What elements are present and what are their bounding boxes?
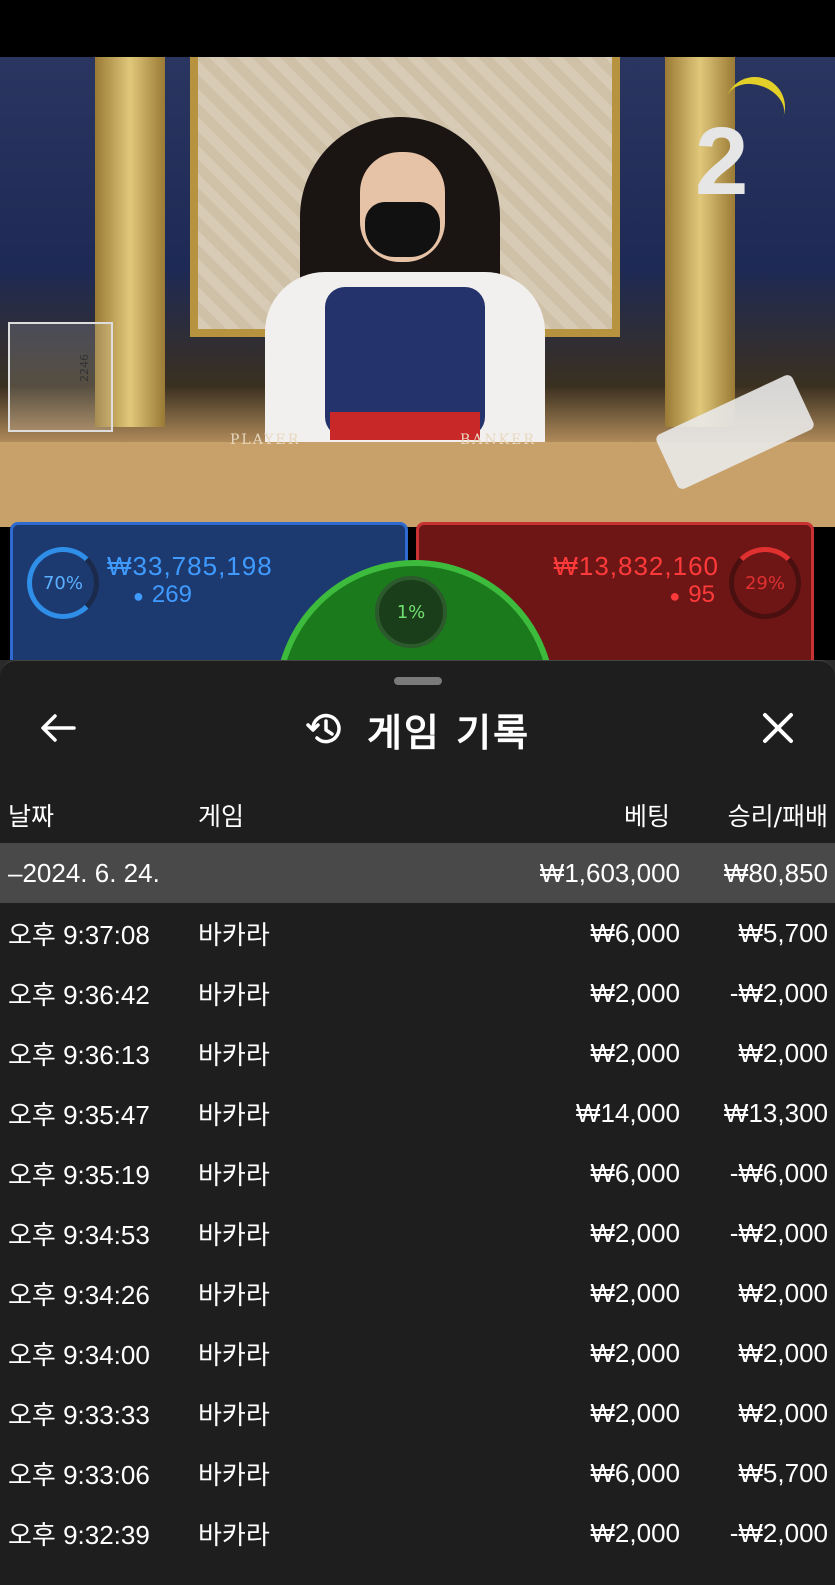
row-game: 바카라 [198, 1459, 270, 1490]
table-label-banker: BANKER [460, 432, 536, 448]
day-total-result: ₩80,850 [723, 857, 828, 888]
row-time: 오후 9:33:33 [8, 1399, 150, 1430]
row-result: -₩2,000 [729, 977, 828, 1008]
row-result: -₩6,000 [729, 1157, 828, 1188]
row-game: 바카라 [198, 1339, 270, 1370]
day-summary-row[interactable]: –2024. 6. 24. ₩1,603,000 ₩80,850 [0, 843, 835, 903]
banker-total-amount: ₩13,832,160 [553, 551, 719, 581]
history-table: –2024. 6. 24. ₩1,603,000 ₩80,850 오후 9:37… [0, 843, 835, 1563]
table-row[interactable]: 오후 9:35:47 바카라 ₩14,000 ₩13,300 [0, 1083, 835, 1143]
table-label-player: PLAYER [230, 432, 301, 448]
table-row[interactable]: 오후 9:34:00 바카라 ₩2,000 ₩2,000 [0, 1323, 835, 1383]
banker-percent-ring: 29% [729, 547, 801, 619]
column-header-game: 게임 [198, 802, 245, 831]
player-total-amount: ₩33,785,198 [107, 551, 273, 581]
row-time: 오후 9:36:42 [8, 979, 150, 1010]
person-icon: ● [669, 586, 681, 606]
row-time: 오후 9:32:39 [8, 1519, 150, 1550]
history-clock-icon [306, 713, 341, 744]
row-time: 오후 9:34:26 [8, 1279, 150, 1310]
row-result: ₩2,000 [738, 1277, 828, 1308]
table-row[interactable]: 오후 9:32:39 바카라 ₩2,000 -₩2,000 [0, 1503, 835, 1563]
row-result: ₩2,000 [738, 1397, 828, 1428]
row-bet: ₩2,000 [590, 1337, 680, 1368]
row-time: 오후 9:35:47 [8, 1099, 150, 1130]
row-game: 바카라 [198, 1279, 270, 1310]
row-bet: ₩2,000 [590, 1277, 680, 1308]
row-bet: ₩2,000 [590, 1517, 680, 1548]
table-row[interactable]: 오후 9:34:53 바카라 ₩2,000 -₩2,000 [0, 1203, 835, 1263]
round-number: 2 [695, 108, 749, 215]
table-row[interactable]: 오후 9:33:06 바카라 ₩6,000 ₩5,700 [0, 1443, 835, 1503]
discard-box: 2246 [8, 322, 113, 432]
table-row[interactable]: 오후 9:33:33 바카라 ₩2,000 ₩2,000 [0, 1383, 835, 1443]
sheet-title: 게임 기록 [366, 710, 531, 755]
row-time: 오후 9:33:06 [8, 1459, 150, 1490]
row-result: ₩5,700 [738, 1457, 828, 1488]
row-game: 바카라 [198, 1219, 270, 1250]
row-result: ₩13,300 [723, 1097, 828, 1128]
row-result: ₩2,000 [738, 1037, 828, 1068]
row-bet: ₩2,000 [590, 1217, 680, 1248]
banker-count: ● 95 [669, 581, 715, 609]
row-bet: ₩2,000 [590, 977, 680, 1008]
banker-percent: 29% [744, 572, 785, 594]
row-bet: ₩6,000 [590, 1157, 680, 1188]
row-bet: ₩14,000 [575, 1097, 680, 1128]
row-bet: ₩2,000 [590, 1397, 680, 1428]
player-percent-ring: 70% [27, 547, 99, 619]
row-time: 오후 9:34:53 [8, 1219, 150, 1250]
table-row[interactable]: 오후 9:37:08 바카라 ₩6,000 ₩5,700 [0, 903, 835, 963]
table-row[interactable]: 오후 9:34:26 바카라 ₩2,000 ₩2,000 [0, 1263, 835, 1323]
table-row[interactable]: 오후 9:35:19 바카라 ₩6,000 -₩6,000 [0, 1143, 835, 1203]
row-game: 바카라 [198, 1159, 270, 1190]
discard-label: 2246 [78, 354, 91, 382]
row-time: 오후 9:34:00 [8, 1339, 150, 1370]
table-row[interactable]: 오후 9:36:42 바카라 ₩2,000 -₩2,000 [0, 963, 835, 1023]
table-row[interactable]: 오후 9:36:13 바카라 ₩2,000 ₩2,000 [0, 1023, 835, 1083]
row-result: ₩5,700 [738, 917, 828, 948]
live-video-stream: PLAYER BANKER 2246 2 [0, 57, 835, 527]
person-icon: ● [133, 586, 144, 606]
dealer-mask [365, 202, 440, 257]
drag-handle[interactable] [394, 677, 442, 685]
close-button[interactable] [750, 703, 806, 753]
tie-percent: 1% [375, 576, 447, 648]
game-history-sheet: 게임 기록 날짜 게임 베팅 승리/패배 –2024. 6. 24. ₩1,60… [0, 660, 835, 1585]
row-game: 바카라 [198, 1039, 270, 1070]
row-time: 오후 9:37:08 [8, 919, 150, 950]
row-bet: ₩6,000 [590, 1457, 680, 1488]
column-header-date: 날짜 [8, 802, 55, 831]
banker-count-value: 95 [688, 581, 715, 608]
row-game: 바카라 [198, 1399, 270, 1430]
dealer-belt [330, 412, 480, 440]
row-game: 바카라 [198, 1099, 270, 1130]
sheet-header: 게임 기록 [0, 701, 835, 757]
player-percent: 70% [42, 572, 83, 594]
close-icon [763, 713, 793, 743]
row-game: 바카라 [198, 1519, 270, 1550]
row-result: -₩2,000 [729, 1517, 828, 1548]
row-result: -₩2,000 [729, 1217, 828, 1248]
player-count-value: 269 [151, 581, 192, 608]
player-count: ● 269 [133, 581, 192, 609]
row-bet: ₩2,000 [590, 1037, 680, 1068]
row-time: 오후 9:36:13 [8, 1039, 150, 1070]
column-header-bet: 베팅 [623, 802, 670, 831]
row-time: 오후 9:35:19 [8, 1159, 150, 1190]
column-header-result: 승리/패배 [727, 802, 828, 831]
row-game: 바카라 [198, 979, 270, 1010]
day-total-bet: ₩1,603,000 [539, 857, 680, 888]
row-result: ₩2,000 [738, 1337, 828, 1368]
row-bet: ₩6,000 [590, 917, 680, 948]
row-game: 바카라 [198, 919, 270, 950]
day-date: –2024. 6. 24. [8, 857, 160, 888]
